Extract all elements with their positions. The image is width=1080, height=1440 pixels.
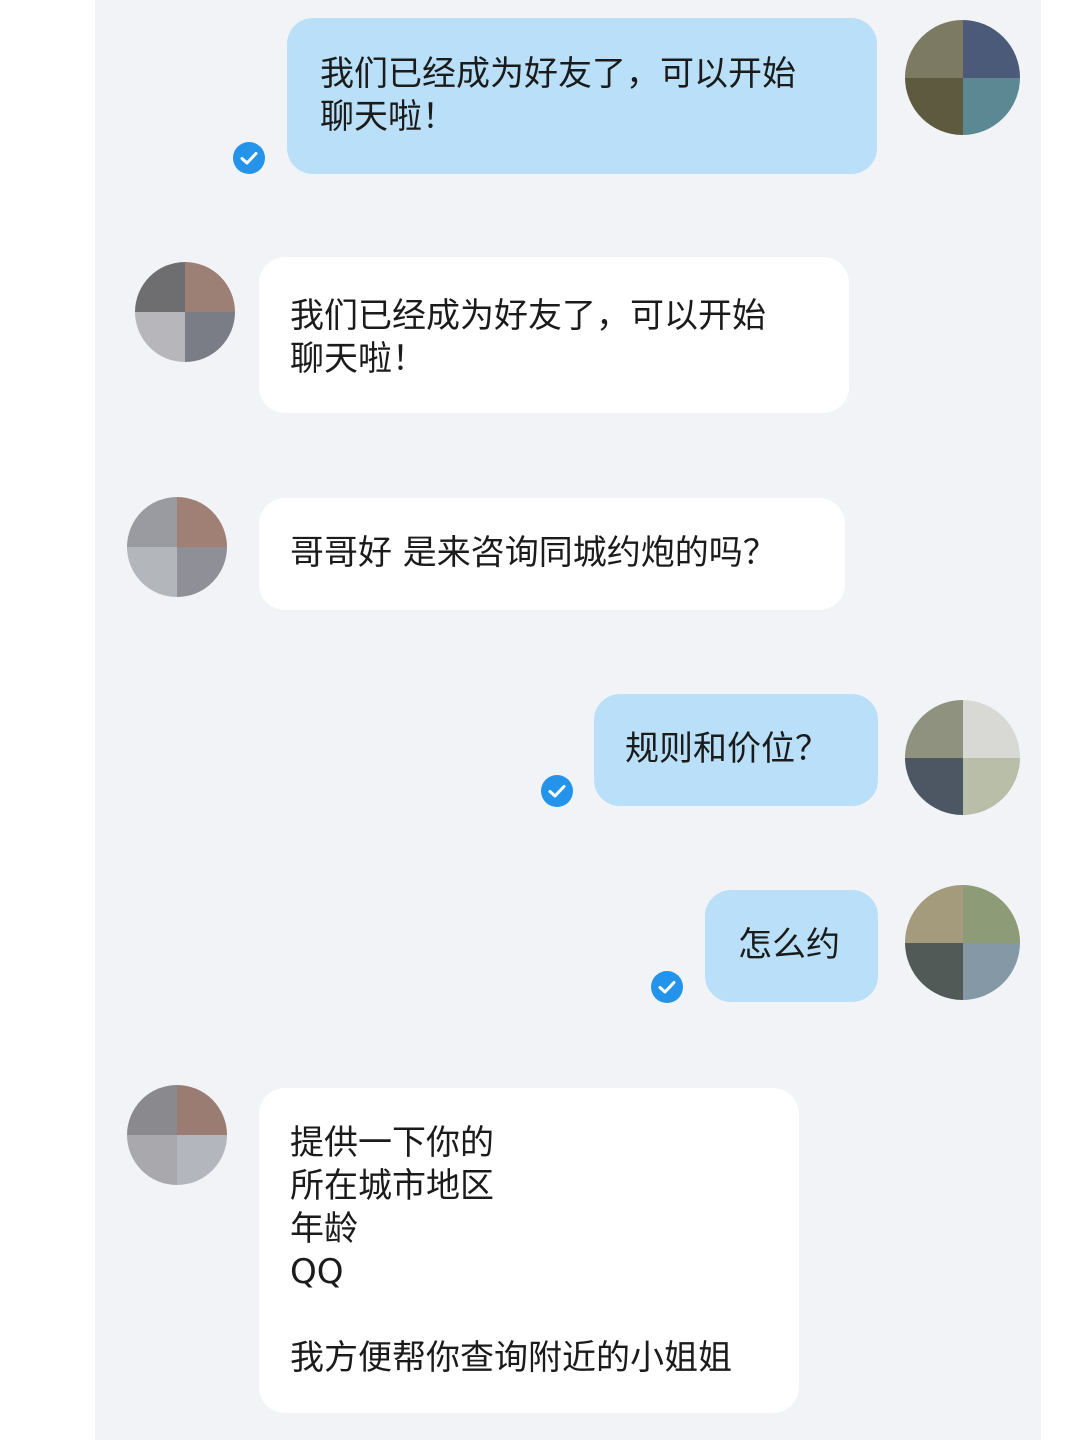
read-check-icon xyxy=(233,142,265,174)
avatar-contact[interactable] xyxy=(127,497,227,597)
message-bubble-received[interactable]: 哥哥好 是来咨询同城约炮的吗？ xyxy=(259,498,845,610)
avatar-self[interactable] xyxy=(905,20,1020,135)
avatar-contact[interactable] xyxy=(127,1085,227,1185)
message-bubble-sent[interactable]: 我们已经成为好友了，可以开始 聊天啦！ xyxy=(287,18,877,174)
message-bubble-received[interactable]: 提供一下你的 所在城市地区 年龄 QQ 我方便帮你查询附近的小姐姐 xyxy=(259,1088,799,1413)
message-bubble-sent[interactable]: 怎么约 xyxy=(705,890,878,1002)
message-bubble-received[interactable]: 我们已经成为好友了，可以开始 聊天啦！ xyxy=(259,257,849,413)
read-check-icon xyxy=(651,971,683,1003)
message-bubble-sent[interactable]: 规则和价位？ xyxy=(594,694,878,806)
read-check-icon xyxy=(541,775,573,807)
avatar-contact[interactable] xyxy=(135,262,235,362)
avatar-self[interactable] xyxy=(905,700,1020,815)
avatar-self[interactable] xyxy=(905,885,1020,1000)
